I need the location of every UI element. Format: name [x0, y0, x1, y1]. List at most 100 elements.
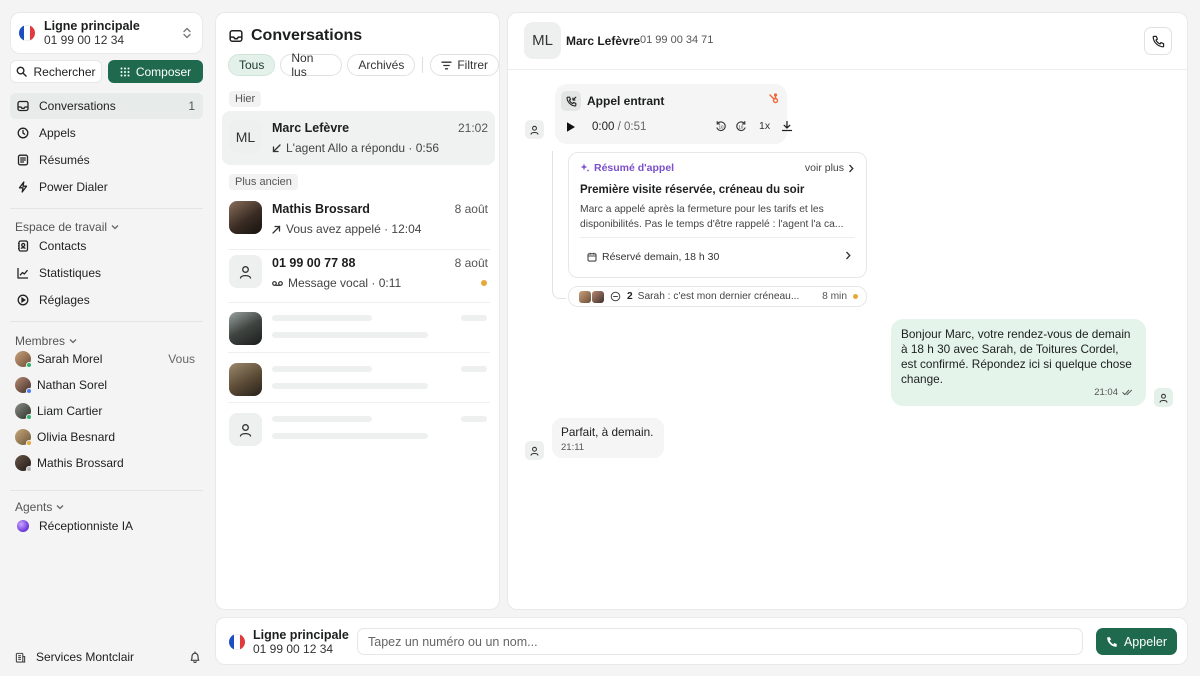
filter-button[interactable]: Filtrer [430, 54, 499, 76]
nav-item-settings[interactable]: Réglages [10, 287, 203, 313]
avatar [15, 351, 32, 368]
thread-connector [552, 151, 566, 299]
incoming-message: Parfait, à demain. 21:11 [552, 418, 664, 458]
chat-header: ML Marc Lefèvre 01 99 00 34 71 [508, 13, 1187, 70]
agent-receptionist[interactable]: Réceptionniste IA [10, 513, 203, 539]
play-icon[interactable] [566, 121, 576, 133]
filter-archived[interactable]: Archivés [347, 54, 416, 76]
chevron-down-icon [69, 338, 77, 344]
nav-item-contacts[interactable]: Contacts [10, 233, 203, 259]
contact-avatar [525, 120, 544, 139]
nav-item-statistics[interactable]: Statistiques [10, 260, 203, 286]
group-label-older: Plus ancien [229, 174, 298, 190]
france-flag-icon [19, 25, 35, 41]
person-icon [1159, 393, 1168, 403]
dial-call-button[interactable]: Appeler [1096, 628, 1177, 655]
playback-speed[interactable]: 1x [759, 120, 770, 132]
contact-name[interactable]: Marc Lefèvre [566, 34, 640, 48]
rewind-10-icon[interactable]: 10 [715, 120, 727, 132]
chevron-down-icon [56, 504, 64, 510]
conversation-name: Marc Lefèvre [272, 121, 350, 135]
status-dot [26, 388, 32, 394]
call-summary-card[interactable]: Résumé d'appel voir plus Première visite… [568, 152, 867, 278]
conversation-skeleton [222, 404, 495, 458]
group-label-yesterday: Hier [229, 91, 262, 107]
call-button[interactable] [1144, 27, 1172, 55]
nav-item-summaries[interactable]: Résumés [10, 147, 203, 173]
bolt-icon [17, 181, 29, 193]
member-mathis-brossard[interactable]: Mathis Brossard [10, 450, 203, 476]
download-icon[interactable] [781, 120, 793, 132]
workspace-heading[interactable]: Espace de travail [15, 220, 119, 234]
nav-item-conversations[interactable]: Conversations 1 [10, 93, 203, 119]
conversation-item-marc[interactable]: ML Marc Lefèvre 21:02 L'agent Allo a rép… [222, 111, 495, 165]
filter-chips: Tous Non lus Archivés Filtrer [228, 51, 499, 79]
nav-label: Résumés [39, 153, 90, 167]
chart-icon [17, 267, 29, 279]
member-name: Liam Cartier [37, 404, 103, 418]
chevron-right-icon[interactable] [845, 251, 851, 260]
member-olivia-besnard[interactable]: Olivia Besnard [10, 424, 203, 450]
member-name: Mathis Brossard [37, 456, 124, 470]
bell-icon[interactable] [189, 650, 201, 664]
dial-line-selector[interactable]: Ligne principale 01 99 00 12 34 [253, 628, 349, 656]
forward-10-icon[interactable]: 10 [735, 120, 747, 132]
dial-line-title: Ligne principale [253, 628, 349, 642]
workspace-nav: Contacts Statistiques Réglages [10, 233, 203, 314]
org-name[interactable]: Services Montclair [36, 650, 189, 664]
avatar [229, 312, 262, 345]
message-text: Bonjour Marc, votre rendez-vous de demai… [901, 327, 1132, 386]
sparkle-icon [580, 163, 590, 173]
search-button[interactable]: Rechercher [10, 60, 102, 83]
workspace-heading-label: Espace de travail [15, 220, 108, 234]
chat-panel: ML Marc Lefèvre 01 99 00 34 71 Appel ent… [507, 12, 1188, 610]
unread-dot [481, 280, 487, 286]
thread-preview: Sarah : c'est mon dernier créneau... [637, 291, 800, 302]
conversation-item-mathis[interactable]: Mathis Brossard 8 août Vous avez appelé … [222, 192, 495, 246]
filter-all[interactable]: Tous [228, 54, 276, 76]
conversation-skeleton [222, 303, 495, 357]
skeleton-line [272, 433, 428, 439]
keypad-icon [120, 67, 130, 77]
nav-item-power-dialer[interactable]: Power Dialer [10, 174, 203, 200]
search-icon [16, 66, 28, 77]
compose-button-label: Composer [135, 64, 192, 79]
settings-icon [17, 294, 29, 306]
conversation-item-unknown-number[interactable]: 01 99 00 77 88 8 août Message vocal · 0:… [222, 246, 495, 300]
avatar [15, 429, 32, 446]
contacts-icon [17, 240, 29, 252]
nav-item-calls[interactable]: Appels [10, 120, 203, 146]
member-liam-cartier[interactable]: Liam Cartier [10, 398, 203, 424]
status-dot [26, 466, 32, 472]
divider [422, 57, 424, 73]
conversation-name: Mathis Brossard [272, 202, 370, 216]
conversation-subtitle-text: Vous avez appelé · 12:04 [286, 222, 422, 236]
agents-heading[interactable]: Agents [15, 500, 64, 514]
sidebar: Ligne principale 01 99 00 12 34 Recherch… [0, 0, 212, 676]
member-nathan-sorel[interactable]: Nathan Sorel [10, 372, 203, 398]
reservation-row[interactable]: Réservé demain, 18 h 30 [587, 251, 719, 263]
skeleton-line [272, 416, 372, 422]
clock-icon [17, 127, 29, 139]
playback-time: 0:00 / 0:51 [592, 121, 646, 133]
compose-button[interactable]: Composer [108, 60, 203, 83]
inbox-icon [229, 29, 243, 43]
unread-dot [853, 294, 858, 299]
see-more-link[interactable]: voir plus [805, 162, 854, 174]
member-sarah-morel[interactable]: Sarah Morel Vous [10, 346, 203, 372]
agents-list: Réceptionniste IA [10, 513, 203, 539]
line-selector[interactable]: Ligne principale 01 99 00 12 34 [10, 12, 203, 54]
message-time: 21:04 [1094, 387, 1118, 398]
playback-controls: 10 10 1x [715, 120, 793, 132]
filter-unread[interactable]: Non lus [280, 51, 343, 79]
dial-input[interactable] [357, 628, 1083, 655]
internal-thread-pill[interactable]: 2 Sarah : c'est mon dernier créneau... 8… [568, 286, 867, 307]
panel-title-label: Conversations [251, 27, 363, 44]
person-icon [530, 446, 539, 456]
nav-label: Contacts [39, 239, 87, 253]
chat-bubble-icon [610, 291, 621, 302]
avatar: ML [524, 22, 561, 59]
avatar: ML [229, 120, 262, 153]
agent-name: Réceptionniste IA [39, 519, 134, 533]
hubspot-icon[interactable] [768, 93, 780, 105]
